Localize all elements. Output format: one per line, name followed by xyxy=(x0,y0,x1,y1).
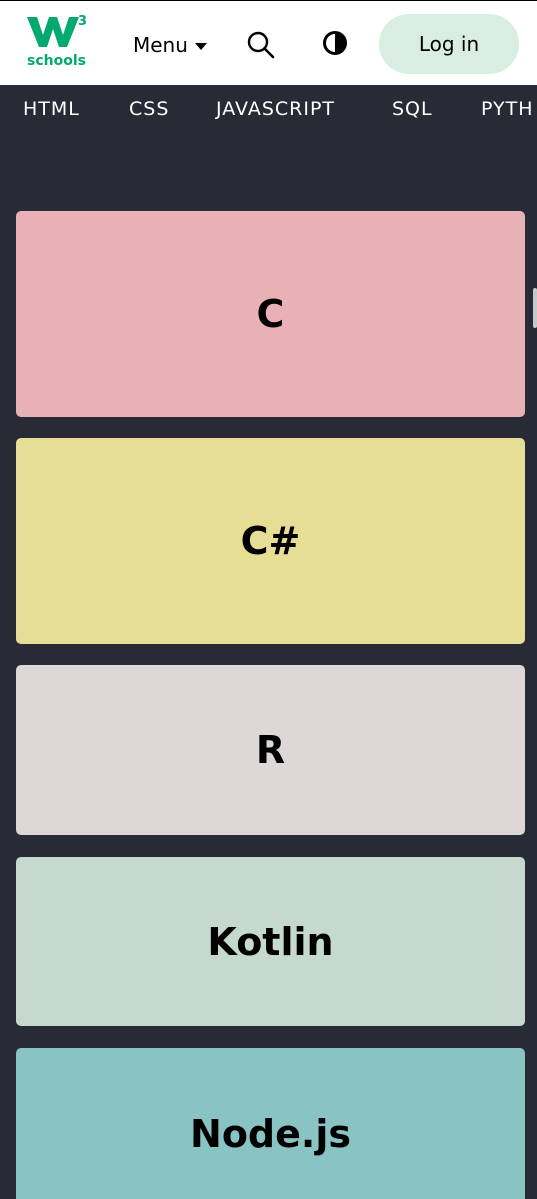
menu-label: Menu xyxy=(133,33,188,57)
card-label: C xyxy=(256,292,285,336)
nav-item-html[interactable]: HTML xyxy=(23,98,80,120)
nav-item-css[interactable]: CSS xyxy=(129,98,169,120)
w3-logo-icon: 3 xyxy=(27,14,87,47)
top-navigation-bar: 3 schools Menu Log in xyxy=(0,0,537,85)
login-label: Log in xyxy=(418,32,480,56)
card-label: R xyxy=(255,728,286,772)
logo-text: schools xyxy=(27,53,86,69)
card-label: Kotlin xyxy=(207,919,334,964)
search-icon[interactable] xyxy=(247,31,275,59)
card-label: C# xyxy=(240,519,301,563)
contrast-icon[interactable] xyxy=(322,30,348,56)
caret-down-icon xyxy=(194,42,207,50)
card-c[interactable]: C xyxy=(16,211,525,417)
w3schools-logo[interactable]: 3 schools xyxy=(27,13,89,73)
nav-item-sql[interactable]: SQL xyxy=(392,98,433,120)
card-kotlin[interactable]: Kotlin xyxy=(16,857,525,1026)
card-csharp[interactable]: C# xyxy=(16,438,525,644)
topic-navigation: HTML CSS JAVASCRIPT SQL PYTH xyxy=(0,85,537,133)
nav-item-python[interactable]: PYTH xyxy=(481,98,534,120)
logo-superscript: 3 xyxy=(78,14,87,29)
scrollbar-thumb[interactable] xyxy=(533,288,537,328)
card-nodejs[interactable]: Node.js xyxy=(16,1048,525,1199)
login-button[interactable]: Log in xyxy=(379,14,519,74)
nav-item-javascript[interactable]: JAVASCRIPT xyxy=(216,98,335,120)
card-label: Node.js xyxy=(190,1111,351,1156)
menu-button[interactable]: Menu xyxy=(133,31,207,59)
card-r[interactable]: R xyxy=(16,665,525,835)
